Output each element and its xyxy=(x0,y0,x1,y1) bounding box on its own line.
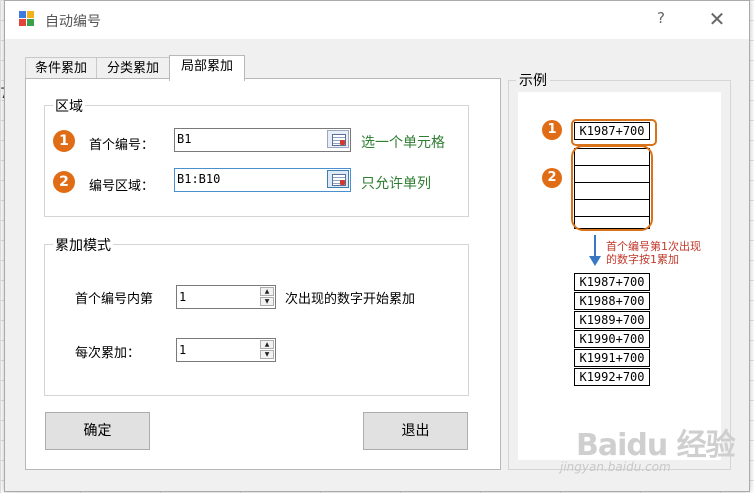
region-group-title: 区域 xyxy=(53,96,85,116)
first-occurrence-input[interactable] xyxy=(179,288,257,305)
window-title: 自动编号 xyxy=(45,14,101,30)
baidu-watermark: Baidu 经验 jingyan.baidu.com xyxy=(560,420,750,480)
example-note-line1: 首个编号第1次出现 xyxy=(606,240,701,253)
example-result-cell: K1991+700 xyxy=(574,349,650,367)
example-result-cell: K1989+700 xyxy=(574,311,650,329)
close-button[interactable]: ✕ xyxy=(705,7,729,31)
title-bar: 自动编号 ? ✕ xyxy=(5,1,749,39)
step-stepper: ▲ ▼ xyxy=(176,338,276,362)
step-1-badge: 1 xyxy=(53,130,75,152)
stepper-down-icon[interactable]: ▼ xyxy=(260,297,274,306)
ok-button[interactable]: 确定 xyxy=(45,412,150,450)
tab-conditional-accumulate[interactable]: 条件累加 xyxy=(25,57,97,80)
number-range-label: 编号区域： xyxy=(89,179,155,194)
tab-category-accumulate[interactable]: 分类累加 xyxy=(96,57,170,80)
down-arrow-icon xyxy=(589,235,601,266)
watermark-url: jingyan.baidu.com xyxy=(560,460,671,474)
first-occurrence-suffix: 次出现的数字开始累加 xyxy=(285,292,416,307)
auto-number-dialog: 自动编号 ? ✕ 条件累加 分类累加 局部累加 区域 1 首个编号： 选一个单元… xyxy=(4,0,750,492)
number-range-hint: 只允许单列 xyxy=(361,176,431,192)
example-illustration: 1 K1987+700 2 首个编号第1次出现 的数字按1累加 K1987+70… xyxy=(518,92,721,460)
example-badge-2: 2 xyxy=(542,168,562,188)
mode-groupbox: 累加模式 首个编号内第 ▲ ▼ 次出现的数字开始累加 每次累加： ▲ ▼ xyxy=(44,235,469,396)
first-occurrence-stepper: ▲ ▼ xyxy=(176,285,276,309)
example-result-cell: K1990+700 xyxy=(574,330,650,348)
tab-panel: 区域 1 首个编号： 选一个单元格 2 编号区域： 只允许单列 xyxy=(25,78,501,470)
example-badge-1: 1 xyxy=(542,120,562,140)
mode-group-title: 累加模式 xyxy=(53,235,113,255)
stepper-down-icon[interactable]: ▼ xyxy=(260,350,274,359)
first-number-field xyxy=(174,128,351,152)
region-groupbox: 区域 1 首个编号： 选一个单元格 2 编号区域： 只允许单列 xyxy=(44,96,469,217)
example-note: 首个编号第1次出现 的数字按1累加 xyxy=(606,240,716,266)
watermark-logo: Baidu 经验 xyxy=(576,428,736,463)
step-2-badge: 2 xyxy=(53,171,75,193)
exit-button[interactable]: 退出 xyxy=(363,412,468,450)
select-range-button[interactable] xyxy=(327,130,349,148)
example-highlight-range xyxy=(571,145,653,231)
first-number-label: 首个编号： xyxy=(89,138,155,153)
first-occurrence-label: 首个编号内第 xyxy=(75,292,154,307)
first-number-hint: 选一个单元格 xyxy=(361,135,445,151)
app-icon xyxy=(19,11,35,27)
example-note-line2: 的数字按1累加 xyxy=(606,253,679,266)
number-range-input[interactable] xyxy=(177,170,317,188)
example-result-cell: K1992+700 xyxy=(574,368,650,386)
example-result-cell: K1988+700 xyxy=(574,292,650,310)
tab-partial-accumulate[interactable]: 局部累加 xyxy=(169,55,245,81)
number-range-field xyxy=(174,168,351,192)
stepper-up-icon[interactable]: ▲ xyxy=(260,340,274,349)
select-range-button-2[interactable] xyxy=(327,170,349,188)
example-highlight-first xyxy=(571,119,657,146)
step-input[interactable] xyxy=(179,341,257,358)
stepper-up-icon[interactable]: ▲ xyxy=(260,287,274,296)
help-button[interactable]: ? xyxy=(651,9,671,27)
first-number-input[interactable] xyxy=(177,130,317,148)
example-title: 示例 xyxy=(516,70,550,90)
step-label: 每次累加： xyxy=(75,346,141,361)
example-result-cell: K1987+700 xyxy=(574,273,650,291)
